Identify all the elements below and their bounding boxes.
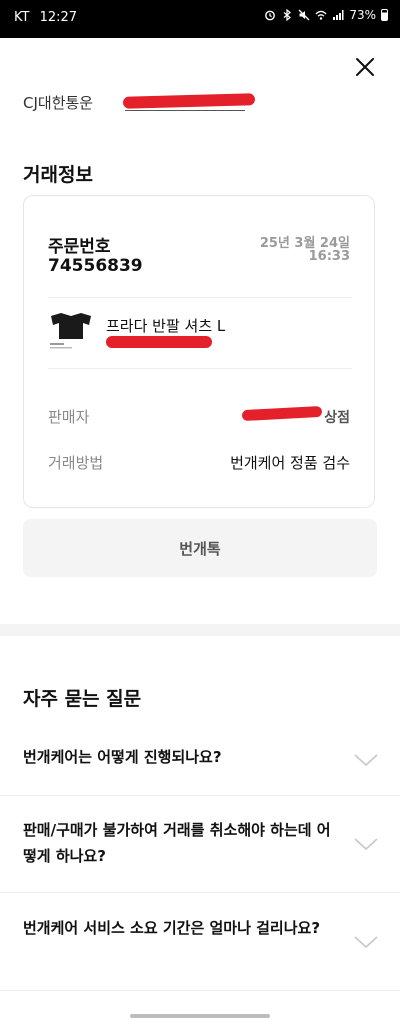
faq-item[interactable]: 판매/구매가 불가하여 거래를 취소해야 하는데 어떻게 하나요?: [0, 796, 400, 893]
method-value: 번개케어 정품 검수: [230, 454, 350, 472]
chevron-down-icon: [354, 838, 378, 851]
faq-section-title: 자주 묻는 질문: [23, 688, 142, 710]
courier-info: CJ대한통운: [23, 92, 256, 114]
seller-value[interactable]: 상점: [324, 407, 350, 427]
faq-question: 번개케어는 어떻게 진행되나요?: [23, 748, 222, 766]
battery-icon: [381, 9, 388, 21]
wifi-icon: [315, 10, 327, 20]
bluetooth-icon: [283, 9, 292, 21]
faq-item[interactable]: 번개케어는 어떻게 진행되나요?: [0, 724, 400, 796]
order-number-label: 주문번호: [48, 237, 111, 257]
chevron-down-icon: [354, 936, 378, 949]
status-left: KT 12:27: [14, 10, 83, 25]
tracking-number-underline: [125, 110, 245, 111]
signal-icon: [333, 10, 344, 20]
battery-percent: 73%: [349, 8, 376, 22]
close-icon: [356, 58, 374, 76]
order-number-value: 74556839: [48, 256, 143, 276]
close-button[interactable]: [350, 52, 380, 82]
product-name[interactable]: 프라다 반팔 셔츠 L: [106, 315, 225, 336]
transaction-card: 주문번호 74556839 25년 3월 24일 16:33 프라다 반팔 셔츠…: [23, 195, 375, 508]
divider: [48, 368, 352, 369]
faq-item[interactable]: 번개케어 서비스 소요 기간은 얼마나 걸리나요?: [0, 893, 400, 991]
product-thumbnail[interactable]: [47, 311, 95, 353]
mute-icon: [298, 9, 310, 21]
faq-question: 판매/구매가 불가하여 거래를 취소해야 하는데 어떻게 하나요?: [23, 821, 331, 865]
seller-name-redaction: [241, 405, 323, 422]
alarm-icon: [265, 10, 276, 21]
home-indicator[interactable]: [130, 1014, 270, 1018]
status-bar: KT 12:27 73%: [0, 0, 400, 38]
chevron-down-icon: [354, 754, 378, 767]
seller-label: 판매자: [48, 408, 90, 426]
carrier-label: KT: [14, 10, 30, 25]
divider: [48, 297, 352, 298]
courier-name: CJ대한통운: [23, 94, 94, 112]
faq-question: 번개케어 서비스 소요 기간은 얼마나 걸리나요?: [23, 919, 321, 937]
tracking-number-redaction: [122, 93, 256, 109]
status-icons: 73%: [264, 8, 388, 22]
transaction-section-title: 거래정보: [23, 164, 93, 186]
order-time: 16:33: [308, 249, 350, 264]
chat-button[interactable]: 번개톡: [23, 519, 377, 577]
method-label: 거래방법: [48, 454, 104, 472]
clock: 12:27: [39, 10, 78, 25]
product-info-redaction: [106, 336, 212, 348]
section-separator: [0, 624, 400, 636]
